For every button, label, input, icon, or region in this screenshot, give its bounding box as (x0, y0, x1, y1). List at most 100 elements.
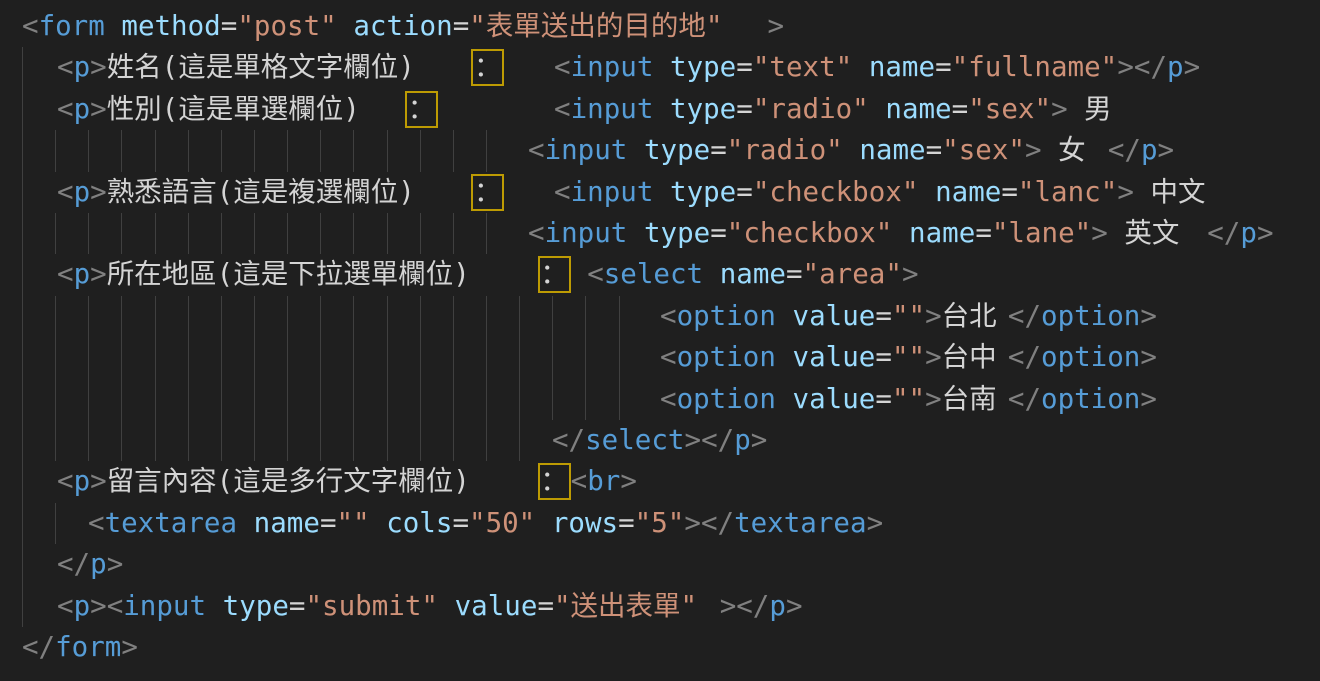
syntax-equals: = (320, 503, 337, 544)
syntax-bracket: </ (1207, 213, 1240, 254)
syntax-tag-name: option (1041, 296, 1140, 337)
code-whitespace (438, 89, 554, 130)
syntax-string: "sex" (942, 130, 1025, 171)
indent-guide (453, 296, 454, 337)
indent-guide (254, 296, 255, 337)
indent-guide (353, 296, 354, 337)
syntax-equals: = (537, 586, 554, 627)
syntax-attribute-name: type (670, 89, 736, 130)
indent-guide (121, 296, 122, 337)
syntax-attribute-name: type (644, 130, 710, 171)
code-editor[interactable]: <form method="post" action="表單送出的目的地"><p… (0, 0, 1320, 681)
syntax-string: "5" (635, 503, 685, 544)
syntax-bracket: > (1025, 130, 1042, 171)
syntax-attribute-name: name (720, 254, 786, 295)
syntax-equals: = (710, 130, 727, 171)
syntax-string: "radio" (727, 130, 843, 171)
indent-guide (121, 337, 122, 378)
syntax-equals: = (875, 296, 892, 337)
indent-guide (22, 254, 23, 295)
indent-guide (22, 379, 23, 420)
syntax-tag-name: form (39, 6, 105, 47)
indent-guide (188, 296, 189, 337)
syntax-equals: = (975, 213, 992, 254)
syntax-bracket: > (902, 254, 919, 295)
syntax-bracket: </ (736, 586, 769, 627)
code-text: 台北 (942, 296, 1008, 337)
syntax-bracket: > (925, 337, 942, 378)
indent-guide (254, 337, 255, 378)
syntax-tag-name: p (74, 89, 91, 130)
indent-guide (88, 213, 89, 254)
syntax-bracket: > (90, 254, 107, 295)
indent-guide (287, 337, 288, 378)
indent-guide (155, 213, 156, 254)
indent-guide (155, 130, 156, 171)
syntax-tag-name: p (734, 420, 751, 461)
indent-guide (188, 420, 189, 461)
syntax-equals: = (710, 213, 727, 254)
indent-guide (188, 337, 189, 378)
syntax-bracket: < (57, 586, 74, 627)
syntax-attribute-name: name (254, 503, 320, 544)
syntax-equals: = (736, 172, 753, 213)
syntax-tag-name: p (74, 47, 91, 88)
indent-guide (420, 420, 421, 461)
syntax-tag-name: p (74, 586, 91, 627)
indent-guide (420, 379, 421, 420)
syntax-string: "" (892, 296, 925, 337)
code-whitespace (206, 586, 223, 627)
syntax-equals: = (221, 6, 238, 47)
syntax-bracket: < (660, 379, 677, 420)
syntax-attribute-name: value (793, 296, 876, 337)
code-line: <p>熟悉語言(這是複選欄位)： <input type="checkbox" … (57, 172, 1217, 213)
syntax-attribute-name: name (909, 213, 975, 254)
code-text: 男 (1068, 89, 1118, 130)
code-whitespace (627, 213, 644, 254)
syntax-string: "area" (803, 254, 902, 295)
code-whitespace (504, 47, 554, 88)
code-text: 台南 (942, 379, 1008, 420)
syntax-attribute-name: rows (552, 503, 618, 544)
indent-guide (155, 337, 156, 378)
syntax-bracket: > (620, 461, 637, 502)
syntax-string: "表單送出的目的地" (469, 6, 767, 47)
indent-guide (486, 337, 487, 378)
code-line: <option value="">台中</option> (660, 337, 1157, 378)
syntax-equals: = (618, 503, 635, 544)
syntax-bracket: > (685, 420, 702, 461)
syntax-attribute-name: cols (386, 503, 452, 544)
syntax-attribute-name: type (670, 172, 736, 213)
syntax-string: "fullname" (952, 47, 1118, 88)
syntax-bracket: > (925, 379, 942, 420)
syntax-tag-name: select (604, 254, 703, 295)
syntax-bracket: < (107, 586, 124, 627)
syntax-attribute-name: action (353, 6, 452, 47)
indent-guide (519, 296, 520, 337)
code-whitespace (843, 130, 860, 171)
indent-guide (22, 461, 23, 502)
code-line: <p>姓名(這是單格文字欄位)： <input type="text" name… (57, 47, 1200, 88)
indent-guide (55, 337, 56, 378)
indent-guide (254, 379, 255, 420)
syntax-tag-name: option (677, 296, 776, 337)
syntax-tag-name: br (587, 461, 620, 502)
indent-guide (287, 213, 288, 254)
indent-guide (88, 379, 89, 420)
indent-guide (155, 296, 156, 337)
syntax-bracket: > (1257, 213, 1274, 254)
indent-guide (22, 89, 23, 130)
indent-guide (619, 379, 620, 420)
indent-guide (155, 420, 156, 461)
syntax-bracket: > (684, 503, 701, 544)
code-text: 姓名(這是單格文字欄位) (107, 47, 472, 88)
syntax-string: "checkbox" (753, 172, 919, 213)
indent-guide (188, 379, 189, 420)
syntax-string: "sex" (968, 89, 1051, 130)
syntax-tag-name: option (677, 379, 776, 420)
indent-guide (519, 379, 520, 420)
syntax-attribute-name: type (670, 47, 736, 88)
syntax-equals: = (736, 89, 753, 130)
syntax-bracket: > (925, 296, 942, 337)
code-whitespace (504, 172, 554, 213)
